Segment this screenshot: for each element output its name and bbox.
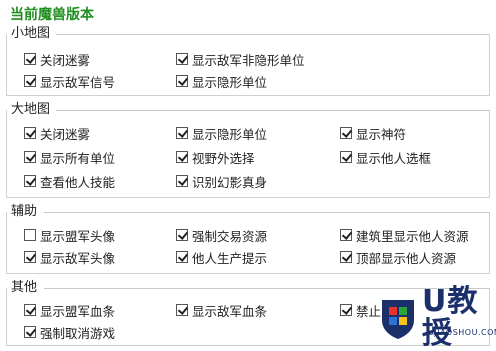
checkbox-label: 关闭迷雾	[40, 126, 91, 142]
checkbox-label: 显示盟军头像	[40, 228, 116, 244]
watermark-sub-text: UJIAOSHOU.COM	[428, 328, 496, 337]
checkbox-box[interactable]	[176, 75, 188, 87]
checkbox-box[interactable]	[24, 127, 36, 139]
checkbox-box[interactable]	[340, 304, 352, 316]
checkbox-label: 显示他人选框	[356, 150, 432, 166]
checkbox-box[interactable]	[24, 53, 36, 65]
checkbox-box[interactable]	[176, 127, 188, 139]
checkbox-label: 显示敌军信号	[40, 74, 116, 90]
checkbox-bigmap-close-fog[interactable]: 关闭迷雾	[24, 124, 90, 142]
checkbox-bigmap-show-runes[interactable]: 显示神符	[340, 124, 406, 142]
checkbox-other-force-quit-game[interactable]: 强制取消游戏	[24, 323, 115, 341]
checkbox-box[interactable]	[176, 151, 188, 163]
shield-logo-icon	[378, 296, 418, 340]
checkbox-box[interactable]	[24, 251, 36, 263]
checkbox-label: 显示盟军血条	[40, 303, 116, 319]
checkbox-bigmap-view-others-skills[interactable]: 查看他人技能	[24, 172, 115, 190]
checkbox-bigmap-show-invisible[interactable]: 显示隐形单位	[176, 124, 267, 142]
checkbox-label: 视野外选择	[192, 150, 255, 166]
checkbox-minimap-show-enemy-visible[interactable]: 显示敌军非隐形单位	[176, 50, 305, 68]
checkbox-other-disable[interactable]: 禁止	[340, 301, 381, 319]
checkbox-assist-show-ally-portraits[interactable]: 显示盟军头像	[24, 226, 115, 244]
checkbox-label: 显示神符	[356, 126, 407, 142]
checkbox-label: 显示敌军血条	[192, 303, 268, 319]
version-title: 当前魔兽版本	[10, 7, 94, 23]
checkbox-bigmap-select-outside-view[interactable]: 视野外选择	[176, 148, 255, 166]
checkbox-label: 强制交易资源	[192, 228, 268, 244]
checkbox-box[interactable]	[340, 127, 352, 139]
checkbox-label: 显示所有单位	[40, 150, 116, 166]
checkbox-box[interactable]	[24, 151, 36, 163]
checkbox-label: 显示敌军非隐形单位	[192, 52, 305, 68]
checkbox-label: 识别幻影真身	[192, 174, 268, 190]
checkbox-assist-production-hints[interactable]: 他人生产提示	[176, 248, 267, 266]
checkbox-box[interactable]	[176, 229, 188, 241]
checkbox-label: 显示隐形单位	[192, 74, 268, 90]
checkbox-box[interactable]	[340, 251, 352, 263]
checkbox-other-show-ally-hp[interactable]: 显示盟军血条	[24, 301, 115, 319]
checkbox-minimap-show-invisible[interactable]: 显示隐形单位	[176, 72, 267, 90]
checkbox-bigmap-show-all-units[interactable]: 显示所有单位	[24, 148, 115, 166]
checkbox-label: 关闭迷雾	[40, 52, 91, 68]
checkbox-label: 他人生产提示	[192, 250, 268, 266]
checkbox-label: 建筑里显示他人资源	[356, 228, 469, 244]
checkbox-label: 显示敌军头像	[40, 250, 116, 266]
checkbox-minimap-close-fog[interactable]: 关闭迷雾	[24, 50, 90, 68]
checkbox-box[interactable]	[24, 175, 36, 187]
checkbox-assist-top-show-resources[interactable]: 顶部显示他人资源	[340, 248, 456, 266]
checkbox-bigmap-show-others-selection[interactable]: 显示他人选框	[340, 148, 431, 166]
checkbox-minimap-show-enemy-signal[interactable]: 显示敌军信号	[24, 72, 115, 90]
checkbox-label: 显示隐形单位	[192, 126, 268, 142]
checkbox-box[interactable]	[24, 229, 36, 241]
checkbox-box[interactable]	[176, 175, 188, 187]
watermark-main-text: U教授	[422, 284, 479, 351]
checkbox-bigmap-identify-illusions[interactable]: 识别幻影真身	[176, 172, 267, 190]
checkbox-box[interactable]	[176, 53, 188, 65]
checkbox-other-show-enemy-hp[interactable]: 显示敌军血条	[176, 301, 267, 319]
checkbox-box[interactable]	[340, 151, 352, 163]
checkbox-assist-force-trade[interactable]: 强制交易资源	[176, 226, 267, 244]
checkbox-assist-show-enemy-portraits[interactable]: 显示敌军头像	[24, 248, 115, 266]
checkbox-assist-building-show-resources[interactable]: 建筑里显示他人资源	[340, 226, 469, 244]
checkbox-label: 强制取消游戏	[40, 325, 116, 341]
checkbox-box[interactable]	[340, 229, 352, 241]
checkbox-box[interactable]	[24, 326, 36, 338]
checkbox-box[interactable]	[176, 251, 188, 263]
checkbox-box[interactable]	[24, 304, 36, 316]
checkbox-label: 顶部显示他人资源	[356, 250, 457, 266]
checkbox-label: 查看他人技能	[40, 174, 116, 190]
checkbox-box[interactable]	[24, 75, 36, 87]
checkbox-box[interactable]	[176, 304, 188, 316]
